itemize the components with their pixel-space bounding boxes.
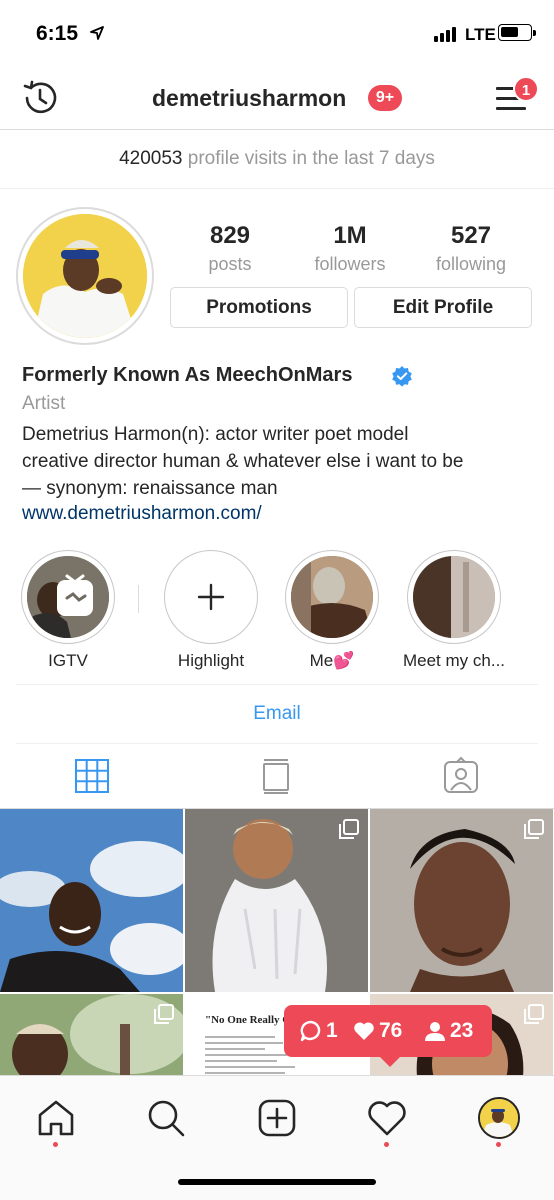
- highlight-label: Me💕: [309, 651, 355, 670]
- edit-profile-button[interactable]: Edit Profile: [354, 287, 532, 328]
- stat-followers[interactable]: 1M followers: [290, 222, 410, 275]
- highlight-ring: [285, 550, 379, 644]
- status-bar: 6:15 LTE: [0, 0, 554, 66]
- status-time: 6:15: [36, 22, 79, 45]
- post-thumbnail[interactable]: [0, 809, 183, 992]
- followers-label: followers: [314, 254, 386, 274]
- highlight-label: Highlight: [177, 651, 245, 670]
- stat-posts[interactable]: 829 posts: [170, 222, 290, 275]
- likes-count: 76: [379, 1019, 403, 1042]
- profile-category: Artist: [22, 393, 66, 414]
- profile-header: demetriusharmon 9+: [0, 66, 554, 130]
- activity-heart-icon[interactable]: [367, 1098, 407, 1138]
- highlight-label: IGTV: [48, 651, 88, 670]
- profile-full-name: Formerly Known As MeechOnMars: [22, 364, 353, 386]
- highlight-ring: [21, 550, 115, 644]
- notification-dot: [53, 1142, 58, 1147]
- location-arrow-icon: [90, 26, 104, 40]
- multiple-photos-icon: [339, 819, 359, 839]
- highlight-meet-my-ch[interactable]: Meet my ch...: [399, 550, 509, 671]
- divider: [16, 743, 538, 744]
- notification-dot: [496, 1142, 501, 1147]
- profile-visits-banner[interactable]: 420053 profile visits in the last 7 days: [0, 131, 554, 189]
- highlights-divider: [138, 585, 139, 613]
- profile-tab-avatar[interactable]: [478, 1097, 520, 1139]
- network-label: LTE: [465, 25, 496, 44]
- bio-line: — synonym: renaissance man: [22, 478, 278, 499]
- history-icon[interactable]: [20, 78, 60, 118]
- multiple-photos-icon: [154, 1004, 174, 1024]
- followers-count: 1M: [333, 222, 367, 249]
- notification-dot: [384, 1142, 389, 1147]
- multiple-photos-icon: [524, 819, 544, 839]
- battery-icon: [498, 24, 536, 41]
- divider: [16, 684, 538, 685]
- multiple-photos-icon: [524, 1004, 544, 1024]
- bio-line: Demetrius Harmon(n): actor writer poet m…: [22, 424, 409, 445]
- verified-badge-icon: [392, 366, 412, 387]
- profile-bio: Demetrius Harmon(n): actor writer poet m…: [22, 421, 542, 502]
- feed-view-icon[interactable]: [256, 756, 296, 796]
- search-icon[interactable]: [146, 1098, 186, 1138]
- header-username: demetriusharmon: [152, 85, 347, 111]
- activity-popup[interactable]: 1 76 23: [284, 1005, 492, 1067]
- post-thumbnail[interactable]: [0, 994, 183, 1075]
- new-followers-count: 23: [450, 1019, 474, 1042]
- posts-count: 829: [209, 222, 251, 249]
- heart-icon: [354, 1022, 374, 1040]
- menu-badge: 1: [513, 76, 539, 102]
- new-post-icon[interactable]: [257, 1098, 297, 1138]
- following-label: following: [435, 254, 507, 274]
- highlight-new[interactable]: Highlight: [156, 550, 266, 671]
- home-icon[interactable]: [36, 1098, 76, 1138]
- stat-following[interactable]: 527 following: [411, 222, 531, 275]
- tagged-photos-icon[interactable]: [441, 756, 481, 796]
- comments-count: 1: [326, 1019, 338, 1042]
- visits-text: profile visits in the last 7 days: [187, 148, 435, 169]
- post-thumbnail[interactable]: [370, 809, 553, 992]
- promotions-button[interactable]: Promotions: [170, 287, 348, 328]
- highlight-igtv[interactable]: IGTV: [13, 550, 123, 671]
- comment-icon: [300, 1020, 321, 1042]
- post-thumbnail[interactable]: [185, 809, 368, 992]
- following-count: 527: [450, 222, 492, 249]
- grid-view-icon[interactable]: [72, 756, 112, 796]
- email-button[interactable]: Email: [0, 703, 554, 725]
- home-indicator: [178, 1179, 376, 1185]
- highlight-ring: [164, 550, 258, 644]
- highlight-ring: [407, 550, 501, 644]
- bio-line: creative director human & whatever else …: [22, 451, 464, 472]
- popup-caret: [380, 1057, 400, 1067]
- highlight-label: Meet my ch...: [402, 651, 506, 670]
- plus-icon: [197, 583, 225, 611]
- visits-count: 420053: [119, 148, 183, 169]
- person-icon: [425, 1022, 445, 1041]
- avatar[interactable]: [23, 214, 147, 338]
- posts-label: posts: [208, 254, 252, 274]
- highlight-me[interactable]: Me💕: [277, 550, 387, 671]
- profile-website-link[interactable]: www.demetriusharmon.com/: [22, 503, 262, 525]
- notifications-badge[interactable]: 9+: [368, 85, 402, 111]
